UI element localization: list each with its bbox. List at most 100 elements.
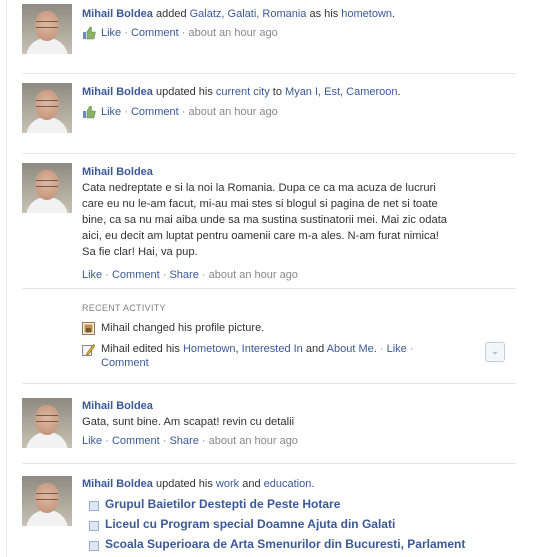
comment-link[interactable]: Comment: [131, 27, 179, 39]
story-and: and: [242, 478, 261, 490]
education-item-link[interactable]: Liceul cu Program special Doamne Ajuta d…: [105, 517, 395, 531]
place-link[interactable]: Myan I, Est, Cameroon: [285, 86, 398, 98]
separator-dot: ·: [181, 106, 186, 118]
recent-item-text: Mihail edited his: [101, 343, 180, 355]
story-verb: updated his: [155, 478, 213, 490]
page-bullet-icon: [89, 521, 99, 531]
story-as-his: as his: [309, 8, 339, 20]
separator-dot: ·: [409, 343, 414, 355]
chevron-down-icon[interactable]: ⌄: [485, 342, 505, 362]
timestamp: about an hour ago: [188, 27, 278, 39]
story-period: .: [311, 478, 315, 490]
separator-dot: ·: [201, 269, 206, 281]
story-actions: Like · Comment · about an hour ago: [82, 25, 278, 41]
education-link[interactable]: education: [264, 478, 312, 490]
story-period: .: [392, 8, 396, 20]
work-link[interactable]: work: [216, 478, 239, 490]
share-link[interactable]: Share: [169, 269, 198, 281]
avatar[interactable]: [22, 83, 72, 133]
feed-story-current-city: Mihail Boldea updated his current city t…: [22, 74, 516, 154]
thumbs-up-icon: [83, 26, 96, 40]
actor-name-link[interactable]: Mihail Boldea: [82, 478, 153, 490]
actor-name-link[interactable]: Mihail Boldea: [82, 86, 153, 98]
education-item-link[interactable]: Scoala Superioara de Arta Smenurilor din…: [105, 537, 465, 551]
status-message: Cata nedreptate e si la noi la Romania. …: [82, 180, 497, 260]
avatar[interactable]: [22, 163, 72, 213]
status-line: bine, ca sa nu mai aiba unde sa ma susti…: [82, 214, 448, 226]
story-actions: Like · Comment · Share · about an hour a…: [82, 267, 298, 283]
story-actions: Like · Comment · about an hour ago: [82, 104, 278, 120]
recent-activity: RECENT ACTIVITY Mihail changed his profi…: [22, 289, 516, 384]
avatar[interactable]: [22, 398, 72, 448]
story-headline: Mihail Boldea added Galatz, Galati, Roma…: [82, 6, 395, 22]
feed-story-work-education: Mihail Boldea updated his work and educa…: [22, 464, 516, 557]
like-link[interactable]: Like: [82, 435, 102, 447]
photo-icon: [82, 322, 95, 335]
comma: ,: [235, 343, 239, 355]
avatar-glasses: [36, 415, 58, 422]
page-bullet-icon: [89, 541, 99, 551]
story-verb: updated his: [155, 86, 213, 98]
feed-story-status: Mihail Boldea Cata nedreptate e si la no…: [22, 154, 516, 289]
actor-name-link[interactable]: Mihail Boldea: [82, 8, 153, 20]
separator-dot: ·: [162, 269, 167, 281]
pencil-icon: [82, 344, 95, 356]
timestamp: about an hour ago: [188, 106, 278, 118]
actor-name-link[interactable]: Mihail Boldea: [82, 166, 153, 178]
separator-dot: ·: [124, 106, 128, 118]
like-link[interactable]: Like: [82, 269, 102, 281]
comment-link[interactable]: Comment: [112, 435, 160, 447]
recent-item-actions: Comment: [101, 355, 149, 371]
separator-dot: ·: [162, 435, 167, 447]
about-me-link[interactable]: About Me: [327, 343, 374, 355]
separator-dot: ·: [124, 27, 128, 39]
hometown-link[interactable]: hometown: [341, 8, 392, 20]
separator-dot: ·: [201, 435, 206, 447]
story-headline: Mihail Boldea: [82, 164, 153, 180]
timestamp: about an hour ago: [208, 269, 298, 281]
like-link[interactable]: Like: [387, 343, 407, 355]
share-link[interactable]: Share: [169, 435, 198, 447]
comment-link[interactable]: Comment: [112, 269, 160, 281]
status-line: care eu nu le-am facut, mi-au mai stes s…: [82, 198, 438, 210]
story-actions: Like · Comment · Share · about an hour a…: [82, 433, 298, 449]
recent-item-profile-picture: Mihail changed his profile picture.: [101, 322, 265, 334]
status-line: Cata nedreptate e si la noi la Romania. …: [82, 182, 436, 194]
status-message: Gata, sunt bine. Am scapat! revin cu det…: [82, 416, 295, 428]
separator-dot: ·: [379, 343, 384, 355]
avatar-glasses: [36, 493, 58, 500]
comment-link[interactable]: Comment: [131, 106, 179, 118]
page-bullet-icon: [89, 501, 99, 511]
story-period: .: [397, 86, 401, 98]
like-link[interactable]: Like: [101, 106, 121, 118]
separator-dot: ·: [105, 435, 109, 447]
feed-story-hometown: Mihail Boldea added Galatz, Galati, Roma…: [22, 0, 516, 74]
story-headline: Mihail Boldea: [82, 398, 153, 414]
story-headline: Mihail Boldea updated his current city t…: [82, 84, 401, 100]
like-link[interactable]: Like: [101, 27, 121, 39]
thumbs-up-icon: [83, 105, 96, 119]
avatar-glasses: [36, 21, 58, 28]
avatar[interactable]: [22, 4, 72, 54]
education-item-link[interactable]: Grupul Baietilor Destepti de Peste Hotar…: [105, 497, 340, 511]
timestamp: about an hour ago: [208, 435, 298, 447]
story-verb: added: [155, 8, 187, 20]
separator-dot: ·: [181, 27, 186, 39]
feed-story-status-short: Mihail Boldea Gata, sunt bine. Am scapat…: [22, 384, 516, 464]
story-headline: Mihail Boldea updated his work and educa…: [82, 476, 314, 492]
current-city-link[interactable]: current city: [216, 86, 270, 98]
story-to: to: [272, 86, 282, 98]
avatar-glasses: [36, 100, 58, 107]
separator-dot: ·: [105, 269, 109, 281]
period: .: [373, 343, 377, 355]
comment-link[interactable]: Comment: [101, 357, 149, 369]
status-line: aici, eu decit am luptat pentru oamenii …: [82, 230, 439, 242]
hometown-link[interactable]: Hometown: [183, 343, 236, 355]
recent-activity-heading: RECENT ACTIVITY: [82, 303, 166, 313]
recent-item-and: and: [305, 343, 325, 355]
place-link[interactable]: Galatz, Galati, Romania: [190, 8, 307, 20]
avatar[interactable]: [22, 476, 72, 526]
interested-in-link[interactable]: Interested In: [242, 343, 303, 355]
avatar-glasses: [36, 180, 58, 187]
actor-name-link[interactable]: Mihail Boldea: [82, 400, 153, 412]
